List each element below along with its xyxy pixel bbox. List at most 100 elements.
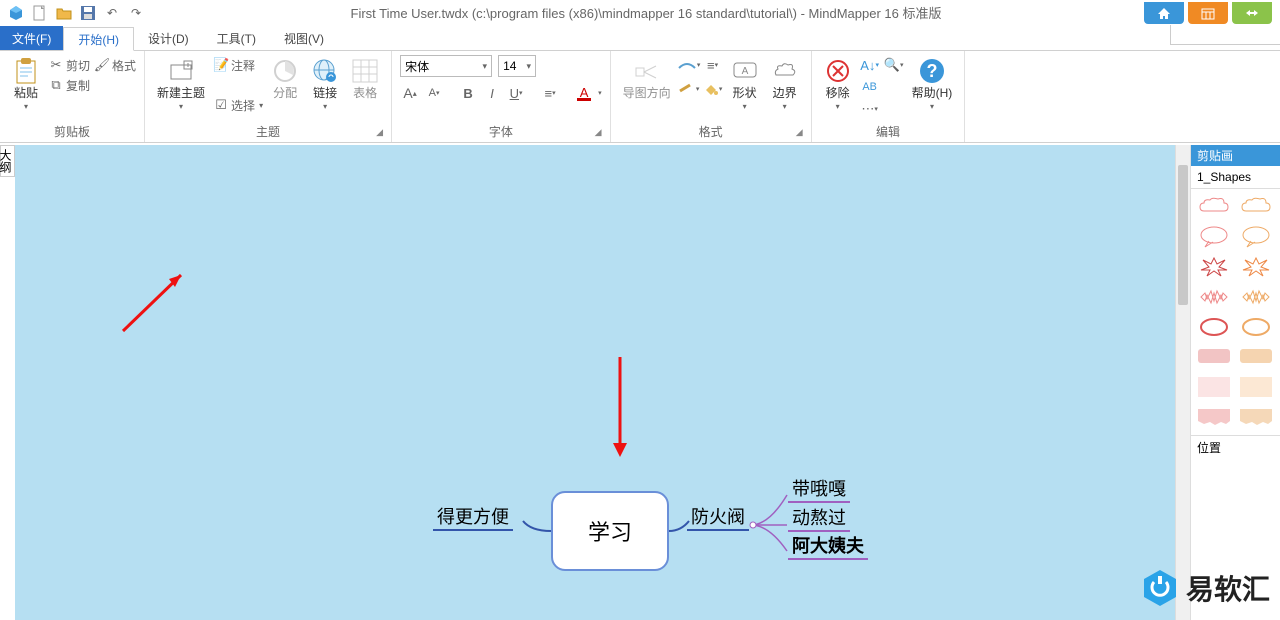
remove-button[interactable]: 移除 ▾ <box>820 55 856 113</box>
shape-cloud-1[interactable] <box>1197 195 1231 219</box>
replace-button[interactable]: AB <box>860 77 880 97</box>
open-icon[interactable] <box>55 4 73 22</box>
tab-tools[interactable]: 工具(T) <box>203 26 270 50</box>
group-label-clipboard: 剪贴板 <box>8 121 136 140</box>
paintbrush-icon: 🖌 <box>94 57 110 73</box>
shape-button[interactable]: A 形状 ▾ <box>727 55 763 113</box>
shape-torn-2[interactable] <box>1239 405 1273 429</box>
annotation-arrow-2 <box>608 355 638 465</box>
undo-icon[interactable]: ↶ <box>103 4 121 22</box>
clipart-panel: 剪贴画 1_Shapes 位置 <box>1190 145 1280 620</box>
tab-view[interactable]: 视图(V) <box>270 26 338 50</box>
shape-burst-1[interactable] <box>1197 255 1231 279</box>
new-icon[interactable] <box>31 4 49 22</box>
shape-burst-2[interactable] <box>1239 255 1273 279</box>
topic-right-1c[interactable]: 阿大姨夫 <box>788 532 868 560</box>
find-button[interactable]: 🔍▾ <box>884 55 904 75</box>
topic-left[interactable]: 得更方便 <box>433 503 513 531</box>
font-size-select[interactable]: 14 <box>498 55 536 77</box>
shape-spike-1[interactable] <box>1197 285 1231 309</box>
svg-text:A: A <box>741 66 748 77</box>
italic-button[interactable]: I <box>482 83 502 103</box>
annotation-arrow-1 <box>119 269 199 349</box>
shape-bubble-2[interactable] <box>1239 225 1273 249</box>
shape-cloud-2[interactable] <box>1239 195 1273 219</box>
redo-icon[interactable]: ↷ <box>127 4 145 22</box>
expand-window-button[interactable] <box>1232 2 1272 24</box>
direction-button: 导图方向 <box>619 55 675 102</box>
copy-icon: ⧉ <box>48 77 64 93</box>
weight-button[interactable]: ≡▾ <box>703 55 723 75</box>
format-painter-button[interactable]: 🖌格式 <box>94 55 136 75</box>
link-button[interactable]: 链接 ▾ <box>307 55 343 113</box>
tab-file[interactable]: 文件(F) <box>0 26 63 50</box>
shape-brush-1[interactable] <box>1197 345 1231 369</box>
window-title: First Time User.twdx (c:\program files (… <box>148 3 1144 22</box>
shape-bubble-1[interactable] <box>1197 225 1231 249</box>
border-icon <box>771 57 799 85</box>
border-button[interactable]: 边界 ▾ <box>767 55 803 113</box>
shape-brush-2[interactable] <box>1239 345 1273 369</box>
topic-right-1a[interactable]: 带哦嘎 <box>788 475 850 503</box>
central-topic[interactable]: 学习 <box>551 491 669 571</box>
save-icon[interactable] <box>79 4 97 22</box>
vertical-scrollbar[interactable] <box>1175 145 1190 620</box>
line-color-button[interactable]: ▾ <box>679 79 699 99</box>
panel-title: 剪贴画 <box>1191 145 1280 166</box>
panel-position-label: 位置 <box>1191 435 1280 459</box>
calendar-window-button[interactable] <box>1188 2 1228 24</box>
canvas[interactable]: 得更方便 学习 防火阀 带哦嘎 动熬过 阿大姨夫 <box>15 145 1190 620</box>
paste-button[interactable]: 粘贴 ▾ <box>8 55 44 113</box>
clipboard-icon <box>12 57 40 85</box>
shape-oval-1[interactable] <box>1197 315 1231 339</box>
cut-button[interactable]: ✂剪切 <box>48 55 90 75</box>
align-button[interactable]: ≡▾ <box>540 83 560 103</box>
delete-icon <box>824 57 852 85</box>
font-color-button[interactable]: A <box>574 83 594 103</box>
new-topic-button[interactable]: 新建主题 ▾ <box>153 55 209 113</box>
help-button[interactable]: ? 帮助(H) ▾ <box>908 55 957 113</box>
dialog-launcher-icon[interactable]: ◢ <box>595 127 602 138</box>
ribbon: 粘贴 ▾ ✂剪切 ⧉复制 🖌格式 剪贴板 新建主题 ▾ 📝注释 ☑选择▾ <box>0 51 1280 143</box>
svg-text:?: ? <box>926 61 937 81</box>
search-box-stub[interactable] <box>1170 25 1280 45</box>
home-window-button[interactable] <box>1144 2 1184 24</box>
ribbon-tabs: 文件(F) 开始(H) 设计(D) 工具(T) 视图(V) <box>0 25 1280 51</box>
group-label-topic: 主题◢ <box>153 121 383 140</box>
shrink-font-button[interactable]: A▾ <box>424 83 444 103</box>
sort-button[interactable]: A↓▾ <box>860 55 880 75</box>
shape-spike-2[interactable] <box>1239 285 1273 309</box>
shape-icon: A <box>731 57 759 85</box>
tab-home[interactable]: 开始(H) <box>63 27 134 51</box>
cursor-icon: ☑ <box>213 97 229 113</box>
chevron-down-icon: ▾ <box>836 102 840 111</box>
more-button[interactable]: ⋯▾ <box>860 99 880 119</box>
panel-category[interactable]: 1_Shapes <box>1191 166 1280 189</box>
chevron-down-icon: ▾ <box>323 102 327 111</box>
grow-font-button[interactable]: A▴ <box>400 83 420 103</box>
fill-color-button[interactable]: ▾ <box>703 79 723 99</box>
select-button[interactable]: ☑选择▾ <box>213 95 263 115</box>
chevron-down-icon: ▾ <box>179 102 183 111</box>
chevron-down-icon: ▾ <box>24 102 28 111</box>
shape-torn-1[interactable] <box>1197 405 1231 429</box>
copy-button[interactable]: ⧉复制 <box>48 75 90 95</box>
topic-right-1[interactable]: 防火阀 <box>687 503 749 531</box>
shape-wash-1[interactable] <box>1197 375 1231 399</box>
tab-design[interactable]: 设计(D) <box>134 26 203 50</box>
group-label-font: 字体◢ <box>400 121 602 140</box>
outline-side-tab[interactable]: 大纲 <box>0 145 15 177</box>
dialog-launcher-icon[interactable]: ◢ <box>376 127 383 138</box>
chevron-down-icon: ▾ <box>783 102 787 111</box>
font-name-select[interactable]: 宋体 <box>400 55 492 77</box>
shape-wash-2[interactable] <box>1239 375 1273 399</box>
topic-right-1b[interactable]: 动熬过 <box>788 504 850 532</box>
underline-button[interactable]: U▾ <box>506 83 526 103</box>
new-topic-icon <box>167 57 195 85</box>
line-style-button[interactable]: ▾ <box>679 55 699 75</box>
comment-button[interactable]: 📝注释 <box>213 55 263 75</box>
bold-button[interactable]: B <box>458 83 478 103</box>
shape-oval-2[interactable] <box>1239 315 1273 339</box>
chevron-down-icon: ▾ <box>743 102 747 111</box>
dialog-launcher-icon[interactable]: ◢ <box>796 127 803 138</box>
